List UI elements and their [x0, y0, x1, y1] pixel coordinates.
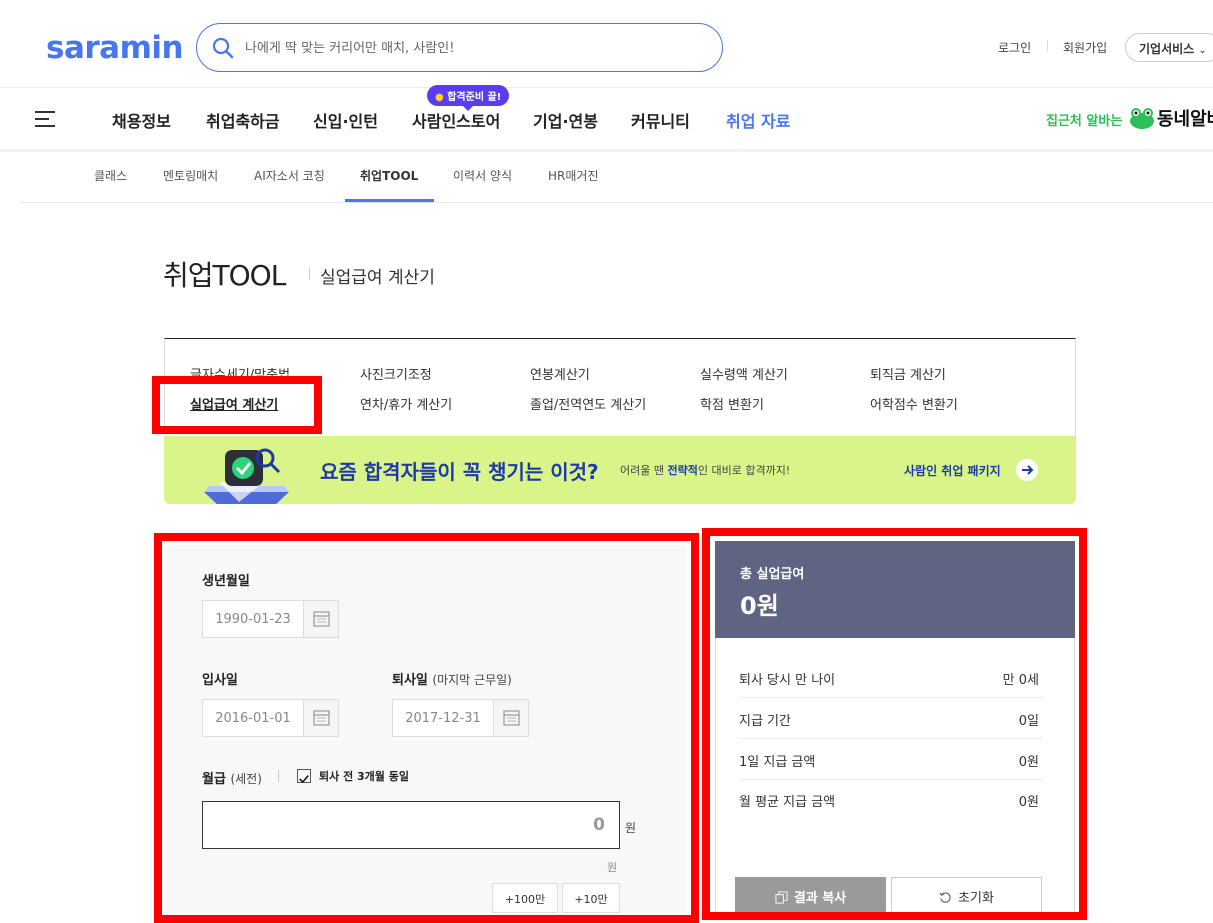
gnb-company[interactable]: 기업·연봉: [533, 108, 598, 132]
divider: [0, 149, 1213, 152]
banner-link[interactable]: 사람인 취업 패키지: [904, 462, 1001, 479]
saramin-logo[interactable]: saramin: [46, 30, 184, 66]
search-icon[interactable]: [212, 37, 234, 59]
corp-service-label: 기업서비스: [1139, 42, 1195, 56]
tool-language-score-converter[interactable]: 어학점수 변환기: [870, 394, 958, 413]
promo-banner[interactable]: 요즘 합격자들이 꼭 챙기는 이것? 어려울 땐 전략적인 대비로 합격까지! …: [164, 436, 1076, 504]
banner-subtitle: 어려울 땐 전략적인 대비로 합격까지!: [620, 464, 791, 477]
page-title: 취업TOOL: [163, 259, 286, 292]
highlight-box-tool: [152, 376, 322, 434]
subnav-ai-coaching[interactable]: AI자소서 코칭: [254, 167, 325, 184]
subnav-hr-magazine[interactable]: HR매거진: [548, 167, 598, 184]
tool-photo-resize[interactable]: 사진크기조정: [360, 364, 432, 383]
alba-brand-logo[interactable]: 동네알바: [1157, 105, 1213, 131]
subnav-mentoring[interactable]: 멘토링매치: [163, 167, 218, 184]
laptop-badge-icon: [204, 448, 289, 504]
subnav-class[interactable]: 클래스: [94, 167, 127, 184]
highlight-box-result: [702, 528, 1087, 920]
divider: [1047, 40, 1048, 52]
menu-icon[interactable]: [35, 111, 55, 127]
login-link[interactable]: 로그인: [998, 39, 1031, 56]
search-bar[interactable]: [196, 23, 723, 72]
search-input[interactable]: [245, 36, 695, 60]
banner-title: 요즘 합격자들이 꼭 챙기는 이것?: [320, 460, 599, 484]
chevron-down-icon: ⌄: [1198, 45, 1207, 56]
gnb-bonus[interactable]: 취업축하금: [206, 108, 280, 132]
medal-icon: ●: [435, 92, 444, 103]
signup-link[interactable]: 회원가입: [1063, 39, 1107, 56]
tool-leave-calc[interactable]: 연차/휴가 계산기: [360, 394, 452, 413]
tool-gpa-converter[interactable]: 학점 변환기: [700, 394, 764, 413]
tool-graduation-year-calc[interactable]: 졸업/전역연도 계산기: [530, 394, 646, 413]
divider: [21, 202, 1213, 203]
highlight-box-input: [154, 533, 699, 923]
divider: [309, 267, 310, 280]
arrow-right-icon[interactable]: [1016, 459, 1038, 481]
store-badge: ● 합격준비 끝!: [427, 85, 510, 111]
tool-salary-calc[interactable]: 연봉계산기: [530, 364, 590, 383]
gnb-resources[interactable]: 취업 자료: [726, 108, 790, 132]
corp-service-button[interactable]: 기업서비스 ⌄: [1125, 33, 1213, 62]
gnb-jobs[interactable]: 채용정보: [112, 108, 171, 132]
tool-severance-calc[interactable]: 퇴직금 계산기: [870, 364, 946, 383]
tool-net-pay-calc[interactable]: 실수령액 계산기: [700, 364, 788, 383]
gnb-store[interactable]: 사람인스토어: [412, 108, 500, 132]
divider: [0, 87, 1213, 88]
store-badge-label: 합격준비 끝!: [447, 92, 502, 103]
subnav-tool[interactable]: 취업TOOL: [360, 167, 418, 184]
gnb-community[interactable]: 커뮤니티: [631, 108, 690, 132]
subnav-resume-form[interactable]: 이력서 양식: [453, 167, 512, 184]
frog-icon[interactable]: [1129, 106, 1155, 130]
alba-promo-text[interactable]: 집근처 알바는: [1046, 110, 1122, 129]
gnb-intern[interactable]: 신입·인턴: [313, 108, 378, 132]
page-subtitle: 실업급여 계산기: [320, 268, 435, 288]
